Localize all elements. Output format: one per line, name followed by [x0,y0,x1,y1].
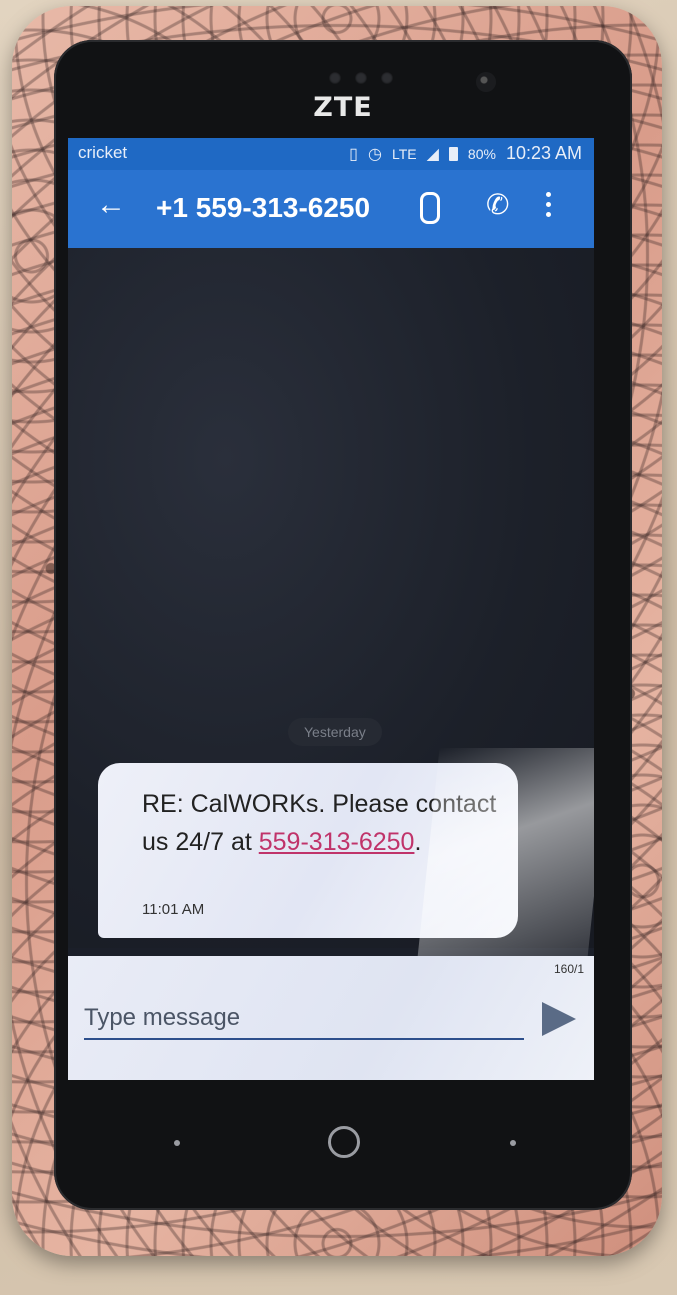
network-type: LTE [391,145,417,162]
character-counter: 160/1 [553,962,584,976]
more-vertical-icon[interactable] [546,192,551,217]
message-input[interactable] [84,998,524,1040]
back-nav-dot[interactable] [174,1140,180,1146]
brand-logo: ZTE [313,92,373,123]
contact-title: +1 559-313-6250 [156,192,371,223]
carrier-label: cricket [78,143,128,162]
message-suffix: . [414,828,422,856]
arrow-left-icon[interactable]: ← [96,188,126,222]
phone-icon[interactable]: ✆ [486,188,509,221]
screen: cricket ▯ ◷ LTE ◢ 80% 10:23 AM ← +1 559-… [68,138,594,1080]
status-bar: cricket ▯ ◷ LTE ◢ 80% 10:23 AM [68,138,594,170]
compose-bar: 160/1 [68,956,594,1080]
phone-number-link[interactable]: 559-313-6250 [259,828,415,856]
conversation-toolbar: ← +1 559-313-6250 ✆ [68,170,594,248]
vibrate-icon: ▯ [349,145,358,163]
front-camera [476,72,496,92]
message-timestamp: 11:01 AM [142,901,205,918]
battery-percent: 80% [467,145,496,162]
photo-scene: ZTE cricket ▯ ◷ LTE ◢ 80% 10:23 AM ← +1 … [0,0,677,1295]
paperclip-icon[interactable] [420,192,440,224]
home-nav-button[interactable] [328,1126,360,1158]
phone-case: ZTE cricket ▯ ◷ LTE ◢ 80% 10:23 AM ← +1 … [12,6,662,1256]
message-list[interactable]: Yesterday RE: CalWORKs. Please contact u… [68,248,594,968]
status-icons: ▯ ◷ LTE ◢ 80% 10:23 AM [349,143,582,164]
screen-glare [416,748,594,968]
earpiece [329,72,393,84]
battery-icon [448,146,458,161]
date-divider: Yesterday [288,718,382,746]
recents-nav-dot[interactable] [510,1140,516,1146]
clock: 10:23 AM [505,143,582,163]
phone-body: ZTE cricket ▯ ◷ LTE ◢ 80% 10:23 AM ← +1 … [54,40,632,1210]
alarm-icon: ◷ [367,145,382,163]
signal-icon: ◢ [426,145,439,163]
send-icon[interactable] [542,1002,576,1036]
